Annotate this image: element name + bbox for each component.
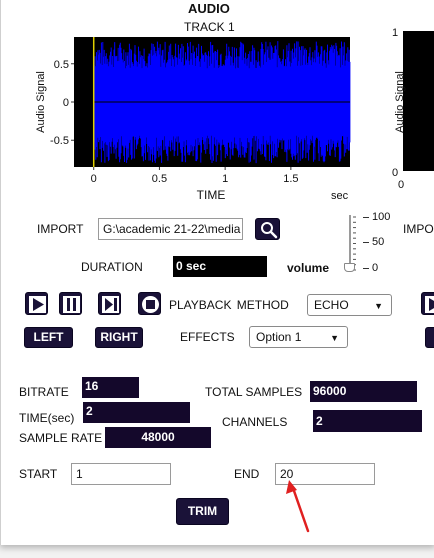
left-button[interactable]: LEFT: [24, 327, 73, 348]
right-waveform-chart: Audio Signal 1 0 0: [392, 27, 434, 191]
import-path-input[interactable]: G:\academic 21-22\media: [98, 218, 243, 240]
x-axis-label: TIME: [197, 188, 226, 202]
playback-method-label: PLAYBACK METHOD: [169, 298, 289, 312]
y-axis-label: Audio Signal: [35, 71, 47, 133]
y-tick-label: 0.5: [54, 59, 69, 71]
effects-value: Option 1: [256, 330, 302, 344]
channels-label: CHANNELS: [222, 415, 288, 429]
end-label: END: [234, 467, 260, 481]
effects-label: EFFECTS: [180, 330, 235, 344]
volume-slider[interactable]: [344, 215, 356, 275]
stop-icon: [142, 296, 159, 313]
effects-select[interactable]: Option 1 ▼: [249, 326, 348, 348]
pause-button[interactable]: [59, 292, 82, 315]
audio-panel: AUDIO TRACK 1 0.5 0 -0.5 0 0.5 1 1.5 Audio Si…: [0, 0, 434, 545]
y-tick-label: -0.5: [50, 135, 69, 147]
x-tick-label: 0: [91, 173, 97, 185]
sample-rate-value: 48000: [105, 427, 211, 448]
time-label: TIME(sec): [19, 411, 75, 425]
channels-value: 2: [313, 410, 422, 432]
track-title: TRACK 1: [184, 20, 235, 34]
duration-label: DURATION: [81, 260, 143, 274]
sample-rate-label: SAMPLE RATE: [19, 431, 103, 445]
import-label: IMPORT: [37, 222, 84, 236]
duration-value: 0 sec: [173, 256, 267, 277]
x-tick-label: 1: [222, 173, 228, 185]
play-button-right[interactable]: [421, 292, 434, 315]
panel-title: AUDIO: [188, 1, 230, 16]
right-y-axis-label: Audio Signal: [394, 71, 406, 133]
total-samples-value: 96000: [310, 381, 417, 402]
annotation-arrow: [286, 480, 310, 533]
right-plot-area: [403, 31, 434, 171]
right-ytick-bottom: 0: [392, 167, 398, 179]
trim-button[interactable]: TRIM: [176, 498, 229, 525]
volume-tick-100: 100: [372, 211, 391, 223]
dropdown-arrow-icon: ▼: [330, 333, 339, 343]
search-icon: [261, 222, 278, 239]
volume-label: volume: [287, 261, 330, 275]
left-button-right[interactable]: [425, 327, 434, 348]
start-input[interactable]: 1: [71, 463, 171, 485]
playback-method-select[interactable]: ECHO ▼: [307, 294, 392, 316]
time-value: 2: [83, 402, 190, 423]
x-tick-label: 1.5: [283, 173, 298, 185]
bitrate-label: BITRATE: [19, 385, 69, 399]
next-button[interactable]: [98, 292, 121, 315]
dropdown-arrow-icon: ▼: [374, 301, 383, 311]
play-icon: [29, 296, 46, 313]
pause-icon: [63, 296, 80, 313]
skip-next-icon: [102, 296, 119, 313]
import-label-right: IMPO: [403, 222, 434, 236]
audio-waveform-chart: 0.5 0 -0.5 0 0.5 1 1.5 Audio Signal TIME sec: [35, 37, 351, 202]
browse-button[interactable]: [255, 218, 280, 240]
bitrate-value: 16: [82, 377, 139, 398]
volume-slider-thumb[interactable]: [344, 263, 355, 272]
right-xtick-first: 0: [398, 179, 404, 191]
play-icon: [425, 296, 434, 313]
x-tick-label: 0.5: [152, 173, 167, 185]
volume-tick-0: 0: [372, 262, 379, 274]
start-label: START: [19, 467, 58, 481]
volume-tick-50: 50: [372, 236, 385, 248]
total-samples-label: TOTAL SAMPLES: [205, 385, 303, 399]
right-ytick-top: 1: [392, 27, 398, 39]
right-button[interactable]: RIGHT: [95, 327, 143, 348]
y-tick-label: 0: [63, 97, 69, 109]
x-unit-label: sec: [331, 190, 349, 202]
stop-button[interactable]: [138, 292, 161, 315]
playback-method-value: ECHO: [314, 298, 349, 312]
play-button[interactable]: [25, 292, 48, 315]
